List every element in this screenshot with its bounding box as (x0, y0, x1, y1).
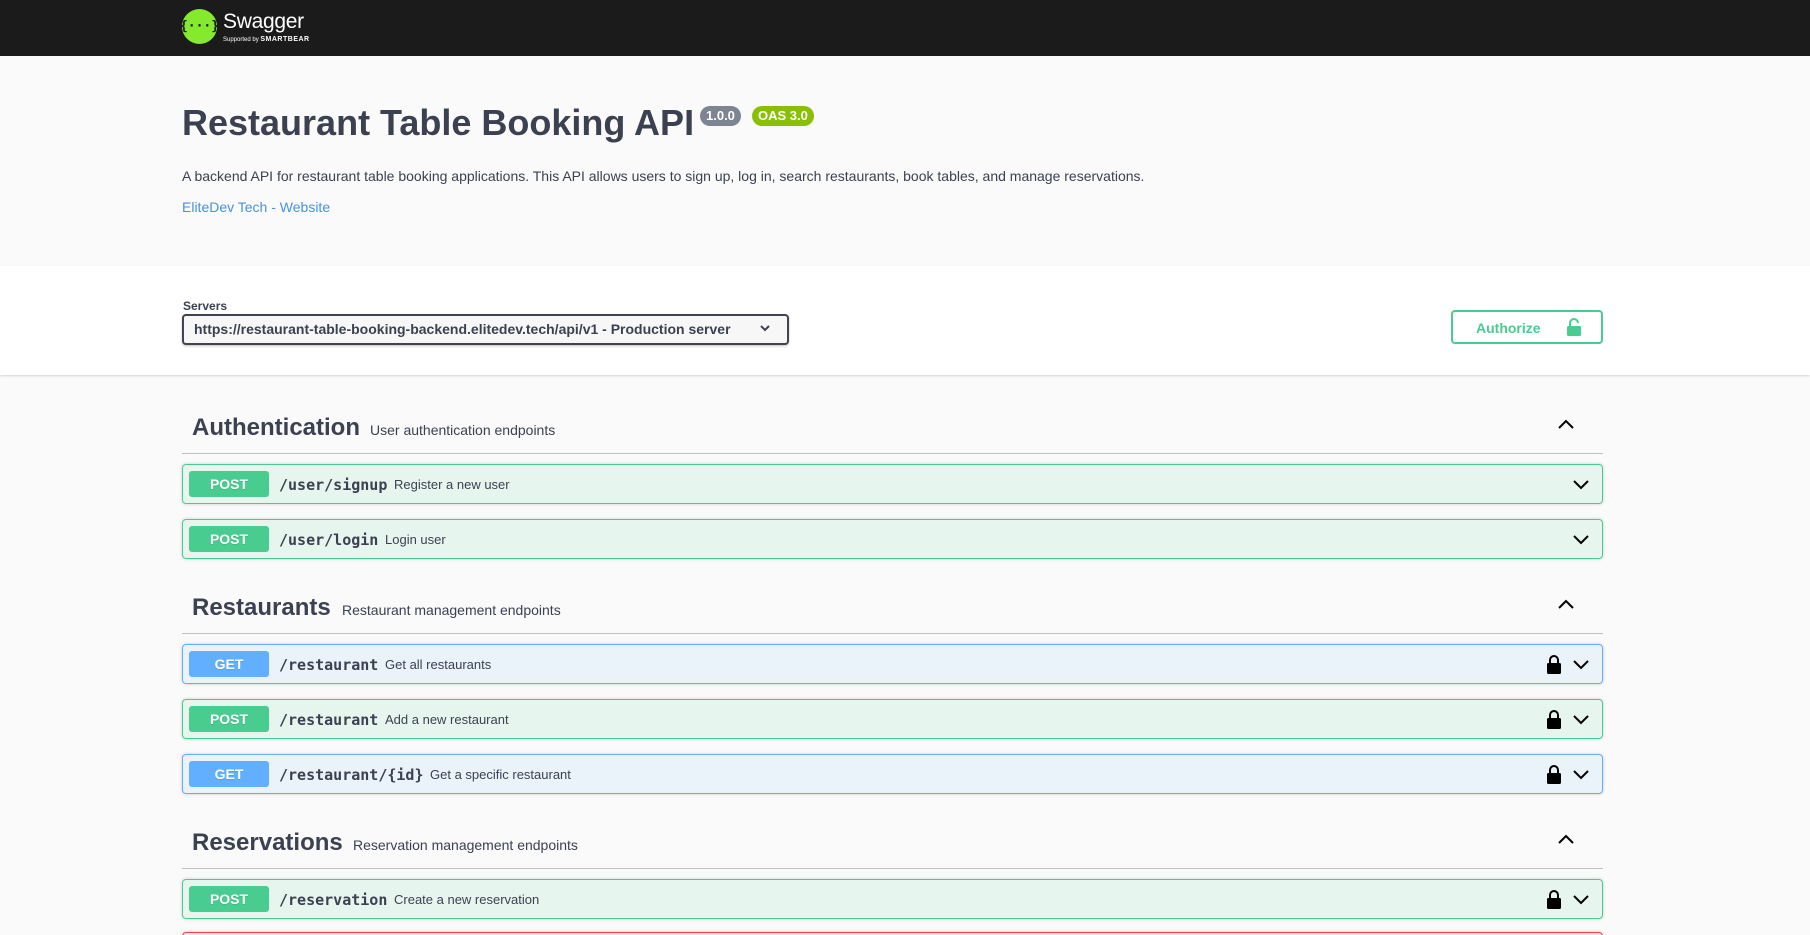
operation-summary: Add a new restaurant (385, 712, 509, 727)
method-badge: GET (189, 761, 269, 787)
tag-name: Authentication (192, 414, 360, 441)
lock-icon[interactable] (1546, 764, 1562, 784)
supported-by: Supported by SMARTBEAR (223, 36, 310, 43)
version-badge: 1.0.0 (700, 106, 741, 126)
chevron-up-icon[interactable] (1557, 416, 1575, 434)
oas-badge: OAS 3.0 (752, 106, 814, 126)
tag-name: Reservations (192, 829, 343, 856)
tag-name: Restaurants (192, 594, 331, 621)
server-select-value: https://restaurant-table-booking-backend… (194, 321, 731, 337)
chevron-down-icon[interactable] (1572, 892, 1590, 906)
supported-by-label: Supported by (223, 37, 259, 43)
operation-path: /user/signup (279, 476, 388, 494)
method-badge: POST (189, 886, 269, 912)
brand-name: Swagger (223, 10, 304, 33)
page-title: Restaurant Table Booking API (182, 102, 695, 143)
authorize-label: Authorize (1476, 320, 1541, 336)
chevron-down-icon[interactable] (1572, 477, 1590, 491)
operation-summary: Create a new reservation (394, 892, 540, 907)
tag-description: User authentication endpoints (370, 422, 556, 438)
operation-path: /user/login (279, 531, 379, 549)
servers-label: Servers (183, 299, 228, 313)
operation-get-restaurant[interactable]: GET /restaurant Get all restaurants (182, 644, 1603, 684)
topbar: {···} Swagger Supported by SMARTBEAR (0, 0, 1810, 56)
sponsor-name: SMARTBEAR (260, 36, 310, 43)
chevron-up-icon[interactable] (1557, 596, 1575, 614)
method-badge: POST (189, 471, 269, 497)
api-description: A backend API for restaurant table booki… (182, 168, 1145, 184)
tag-header-restaurants[interactable]: Restaurants Restaurant management endpoi… (182, 574, 1603, 634)
website-link[interactable]: EliteDev Tech - Website (182, 199, 330, 215)
chevron-down-icon[interactable] (1572, 532, 1590, 546)
operation-path: /restaurant/{id} (279, 766, 424, 784)
tag-description: Restaurant management endpoints (342, 602, 561, 618)
scheme-container: Servers https://restaurant-table-booking… (0, 266, 1810, 375)
tag-header-authentication[interactable]: Authentication User authentication endpo… (182, 394, 1603, 454)
swagger-logo-icon: {···} (180, 8, 219, 44)
logo-text: Swagger Supported by SMARTBEAR (223, 6, 333, 46)
operation-path: /reservation (279, 891, 388, 909)
authorize-button[interactable]: Authorize (1451, 310, 1603, 344)
operation-summary: Get a specific restaurant (430, 767, 571, 782)
method-badge: GET (189, 651, 269, 677)
operation-get-restaurant-id[interactable]: GET /restaurant/{id} Get a specific rest… (182, 754, 1603, 794)
method-badge: POST (189, 706, 269, 732)
operation-post-user-login[interactable]: POST /user/login Login user (182, 519, 1603, 559)
chevron-down-icon[interactable] (1572, 712, 1590, 726)
chevron-down-icon[interactable] (1572, 657, 1590, 671)
operation-post-user-signup[interactable]: POST /user/signup Register a new user (182, 464, 1603, 504)
lock-icon[interactable] (1546, 709, 1562, 729)
operation-summary: Register a new user (394, 477, 510, 492)
lock-icon[interactable] (1546, 889, 1562, 909)
method-badge: POST (189, 526, 269, 552)
operation-summary: Get all restaurants (385, 657, 492, 672)
operation-path: /restaurant (279, 656, 379, 674)
server-select[interactable]: https://restaurant-table-booking-backend… (182, 314, 789, 345)
operation-post-restaurant[interactable]: POST /restaurant Add a new restaurant (182, 699, 1603, 739)
swagger-logo[interactable]: {···} Swagger Supported by SMARTBEAR (180, 6, 333, 46)
chevron-down-icon[interactable] (1572, 767, 1590, 781)
info-section: Restaurant Table Booking API 1.0.0 OAS 3… (0, 56, 1810, 266)
operation-post-reservation[interactable]: POST /reservation Create a new reservati… (182, 879, 1603, 919)
chevron-down-icon (760, 325, 770, 332)
operation-summary: Login user (385, 532, 446, 547)
tag-header-reservations[interactable]: Reservations Reservation management endp… (182, 809, 1603, 869)
unlock-icon (1567, 318, 1581, 336)
lock-icon[interactable] (1546, 654, 1562, 674)
tag-description: Reservation management endpoints (353, 837, 578, 853)
operation-path: /restaurant (279, 711, 379, 729)
chevron-up-icon[interactable] (1557, 831, 1575, 849)
